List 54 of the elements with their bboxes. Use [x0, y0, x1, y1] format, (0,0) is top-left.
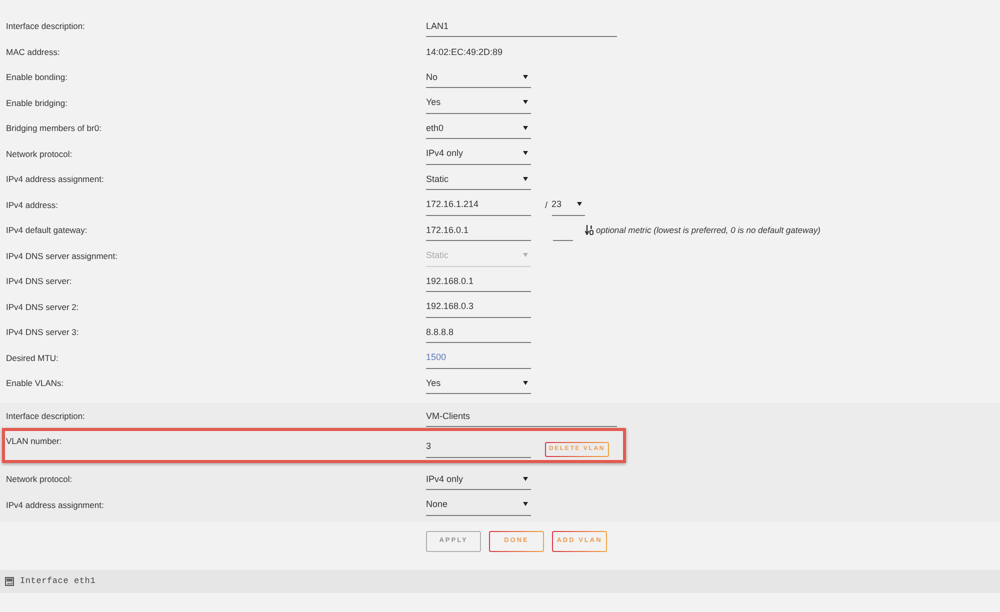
field-label: Enable bridging:: [6, 98, 68, 108]
text-field[interactable]: 172.16.1.214: [426, 196, 531, 216]
caret-icon: [523, 100, 528, 104]
dropdown[interactable]: IPv4 only: [426, 146, 531, 164]
field-label: Network protocol:: [6, 148, 72, 158]
caret-icon: [523, 476, 528, 480]
field-label: Enable VLANs:: [6, 378, 64, 388]
caret-icon: [576, 202, 582, 206]
prefix-dropdown[interactable]: 23: [552, 196, 585, 216]
field-label: IPv4 DNS server 2:: [6, 302, 79, 312]
field-label: IPv4 DNS server assignment:: [6, 250, 118, 260]
text-field[interactable]: LAN1: [426, 18, 617, 37]
window-icon: [5, 577, 14, 586]
sort-icon: [585, 225, 594, 235]
section-header[interactable]: Interface eth1: [0, 570, 1000, 593]
text-field[interactable]: 172.16.0.1: [426, 222, 531, 241]
field-label: Network protocol:: [6, 474, 72, 484]
dropdown[interactable]: IPv4 only: [426, 471, 531, 490]
section-title: Interface eth1: [20, 575, 96, 588]
dropdown[interactable]: Yes: [426, 375, 531, 394]
field-label: Enable bonding:: [6, 72, 68, 82]
dropdown[interactable]: eth0: [426, 120, 531, 139]
field-label: Interface description:: [6, 21, 85, 31]
text-field[interactable]: 192.168.0.3: [426, 298, 531, 318]
value-text: 14:02:EC:49:2D:89: [426, 46, 503, 58]
dropdown[interactable]: Yes: [426, 94, 531, 114]
caret-icon: [523, 380, 528, 384]
field-label: VLAN number:: [6, 436, 62, 446]
field-label: IPv4 DNS server 3:: [6, 327, 79, 337]
text-field[interactable]: 1500: [426, 350, 531, 368]
dropdown[interactable]: None: [426, 496, 531, 516]
field-label: IPv4 default gateway:: [6, 225, 88, 235]
caret-icon: [523, 502, 528, 506]
caret-icon: [523, 176, 528, 180]
field-label: Bridging members of br0:: [6, 123, 102, 133]
field-label: Desired MTU:: [6, 352, 58, 362]
field-label: IPv4 address:: [6, 200, 58, 210]
caret-icon: [523, 126, 528, 130]
field-label: IPv4 DNS server:: [6, 276, 72, 286]
dropdown[interactable]: Static: [426, 171, 531, 190]
hint-text: optional metric (lowest is preferred, 0 is no default gateway): [596, 224, 820, 237]
caret-icon: [523, 74, 528, 78]
prefix-separator: /: [545, 198, 548, 212]
text-field[interactable]: 3: [426, 438, 531, 458]
text-field[interactable]: VM-Clients: [426, 408, 617, 427]
caret-icon: [523, 151, 528, 155]
field-label: IPv4 address assignment:: [6, 174, 104, 184]
field-label: MAC address:: [6, 46, 60, 56]
text-field[interactable]: 8.8.8.8: [426, 324, 531, 343]
field-label: Interface description:: [6, 411, 85, 421]
field-label: IPv4 address assignment:: [6, 500, 104, 510]
text-field[interactable]: 192.168.0.1: [426, 273, 531, 292]
dropdown[interactable]: No: [426, 69, 531, 88]
caret-icon: [523, 253, 528, 257]
